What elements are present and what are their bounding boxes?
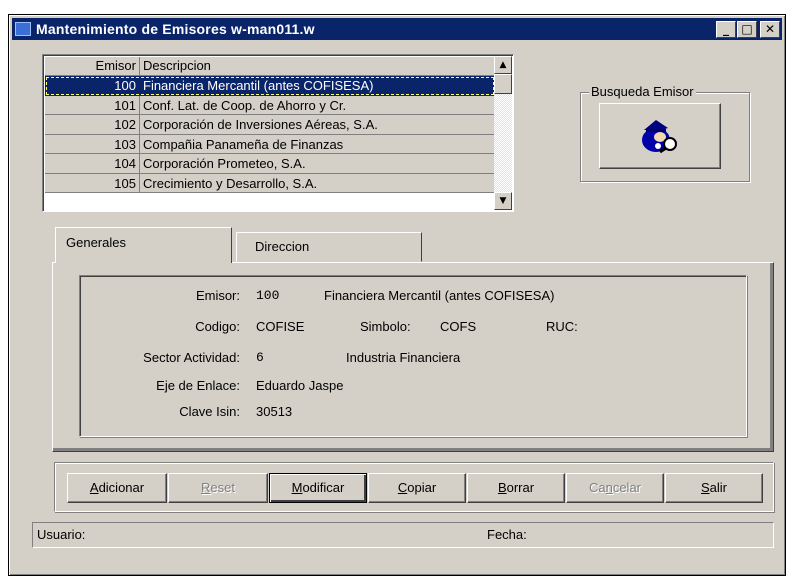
column-header-descripcion[interactable]: Descripcion — [140, 57, 495, 76]
grid-rows: 100 Financiera Mercantil (antes COFISESA… — [45, 76, 495, 193]
search-group: Busqueda Emisor — [580, 84, 750, 182]
table-row[interactable]: 100 Financiera Mercantil (antes COFISESA… — [45, 76, 495, 96]
modificar-accesskey: M — [291, 480, 303, 495]
minimize-button[interactable]: _ — [716, 21, 736, 38]
cell-descripcion: Compañia Panameña de Finanzas — [140, 134, 495, 154]
cancelar-label-pre: Ca — [588, 480, 606, 495]
cell-descripcion: Financiera Mercantil (antes COFISESA) — [140, 76, 495, 96]
scroll-up-icon[interactable]: ▲ — [494, 56, 512, 74]
copiar-button[interactable]: Copiar — [368, 473, 466, 503]
emisor-label: Emisor: — [195, 288, 240, 303]
column-header-emisor[interactable]: Emisor — [45, 57, 140, 76]
emisor-code-field[interactable]: 100 — [256, 286, 279, 306]
cell-descripcion: Corporación Prometeo, S.A. — [140, 154, 495, 174]
title-bar[interactable]: Mantenimiento de Emisores w-man011.w _ □… — [12, 18, 782, 40]
borrar-button[interactable]: Borrar — [467, 473, 565, 503]
borrar-accesskey: B — [497, 480, 507, 495]
detective-search-icon — [642, 120, 677, 154]
salir-button[interactable]: Salir — [665, 473, 763, 503]
scroll-thumb[interactable] — [494, 74, 512, 94]
cell-descripcion: Corporación de Inversiones Aéreas, S.A. — [140, 115, 495, 135]
window-icon — [15, 22, 31, 36]
simbolo-field[interactable]: COFS — [440, 317, 476, 337]
cancelar-button[interactable]: Cancelar — [566, 473, 664, 503]
salir-label: alir — [709, 480, 727, 495]
copiar-label: opiar — [407, 480, 437, 495]
status-bar: Usuario: Fecha: — [32, 522, 774, 548]
usuario-label: Usuario: — [37, 527, 86, 542]
eje-enlace-label: Eje de Enlace: — [156, 378, 240, 393]
emisor-name-field[interactable]: Financiera Mercantil (antes COFISESA) — [324, 286, 554, 306]
table-row[interactable]: 104 Corporación Prometeo, S.A. — [45, 154, 495, 174]
clave-isin-label: Clave Isin: — [179, 404, 240, 419]
cell-emisor: 102 — [45, 115, 140, 135]
tab-generales[interactable]: Generales — [55, 227, 232, 263]
cell-emisor: 104 — [45, 154, 140, 174]
copiar-accesskey: C — [397, 480, 408, 495]
action-button-bar: Adicionar Reset Modificar Copiar Borrar … — [54, 462, 774, 512]
borrar-label: orrar — [506, 480, 535, 495]
salir-accesskey: S — [700, 480, 710, 495]
cell-descripcion: Conf. Lat. de Coop. de Ahorro y Cr. — [140, 95, 495, 115]
cell-emisor: 105 — [45, 173, 140, 193]
adicionar-label: dicionar — [98, 480, 145, 495]
sector-actividad-label: Sector Actividad: — [143, 350, 240, 365]
reset-button[interactable]: Reset — [168, 473, 268, 503]
adicionar-accesskey: A — [89, 480, 99, 495]
table-row[interactable]: 101 Conf. Lat. de Coop. de Ahorro y Cr. — [45, 95, 495, 115]
sector-code-field[interactable]: 6 — [256, 348, 264, 368]
eje-enlace-field[interactable]: Eduardo Jaspe — [256, 376, 343, 396]
cancelar-label-post: celar — [612, 480, 642, 495]
table-row[interactable]: 103 Compañia Panameña de Finanzas — [45, 134, 495, 154]
codigo-field[interactable]: COFISE — [256, 317, 304, 337]
table-row[interactable]: 102 Corporación de Inversiones Aéreas, S… — [45, 115, 495, 135]
cell-emisor: 101 — [45, 95, 140, 115]
modificar-label: odificar — [302, 480, 345, 495]
window-controls: _ □ ✕ — [716, 21, 780, 38]
emisor-details-frame: Emisor: 100 Financiera Mercantil (antes … — [79, 275, 747, 437]
close-button[interactable]: ✕ — [760, 21, 780, 38]
scroll-down-icon[interactable]: ▼ — [494, 192, 512, 210]
cancelar-accesskey: n — [605, 480, 613, 495]
window-title: Mantenimiento de Emisores w-man011.w — [36, 21, 315, 37]
reset-label: eset — [210, 480, 235, 495]
vertical-scrollbar[interactable]: ▲ ▼ — [494, 56, 512, 210]
cell-emisor: 103 — [45, 134, 140, 154]
reset-accesskey: R — [201, 480, 211, 495]
cell-descripcion: Crecimiento y Desarrollo, S.A. — [140, 173, 495, 193]
generales-panel: Emisor: 100 Financiera Mercantil (antes … — [52, 262, 774, 452]
emisores-grid[interactable]: Emisor Descripcion 100 Financiera Mercan… — [42, 54, 514, 212]
ruc-label: RUC: — [546, 319, 578, 334]
tab-direccion[interactable]: Direccion — [236, 232, 422, 262]
maximize-button[interactable]: □ — [737, 21, 757, 38]
cell-emisor: 100 — [45, 76, 140, 96]
table-row[interactable]: 105 Crecimiento y Desarrollo, S.A. — [45, 173, 495, 193]
grid-header: Emisor Descripcion — [45, 57, 495, 76]
search-emisor-button[interactable] — [599, 103, 721, 169]
adicionar-button[interactable]: Adicionar — [67, 473, 167, 503]
fecha-label: Fecha: — [487, 527, 527, 542]
codigo-label: Codigo: — [195, 319, 240, 334]
modificar-button[interactable]: Modificar — [269, 473, 367, 503]
search-group-legend: Busqueda Emisor — [589, 84, 696, 99]
clave-isin-field[interactable]: 30513 — [256, 402, 292, 422]
simbolo-label: Simbolo: — [360, 319, 411, 334]
sector-name-field[interactable]: Industria Financiera — [346, 348, 460, 368]
